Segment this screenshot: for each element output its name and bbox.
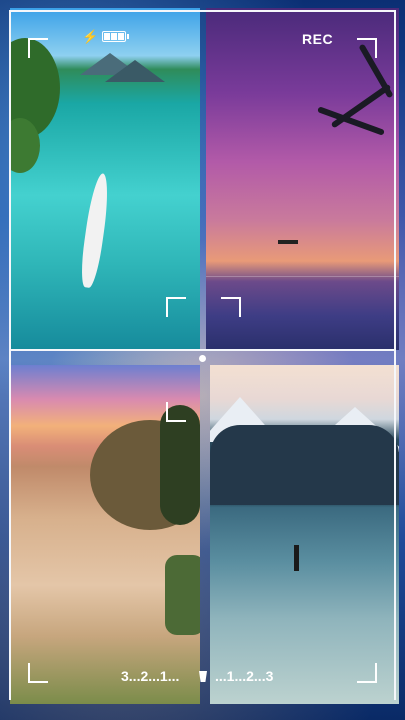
focus-corner-top-right	[357, 38, 377, 58]
countdown-right: ...1...2...3	[215, 668, 274, 684]
focus-corner-mid-left	[166, 402, 186, 422]
battery-icon	[102, 31, 129, 42]
flash-icon[interactable]: ⚡	[82, 29, 98, 45]
countdown-left: 3...2...1...	[121, 668, 180, 684]
skater-figure	[294, 545, 299, 571]
mountain-shape	[105, 60, 165, 82]
photo-tile-lake[interactable]	[210, 365, 399, 704]
frame-right	[394, 10, 396, 700]
frame-middle	[9, 349, 396, 351]
frame-left	[9, 10, 11, 700]
focus-corner-center-left	[166, 297, 186, 317]
focus-corner-bottom-right	[357, 663, 377, 683]
lawn-patch	[165, 555, 200, 635]
focus-corner-top-left	[28, 38, 48, 58]
horizon-line	[206, 276, 399, 277]
frame-top	[9, 10, 396, 12]
focus-corner-bottom-left	[28, 663, 48, 683]
forested-hills	[210, 425, 399, 505]
focus-corner-center-right	[221, 297, 241, 317]
swing-figure	[278, 240, 298, 244]
palm-trees	[160, 405, 200, 525]
rec-indicator: REC	[302, 31, 334, 47]
center-focus-dot	[199, 355, 206, 362]
outrigger-canoe	[78, 172, 112, 289]
